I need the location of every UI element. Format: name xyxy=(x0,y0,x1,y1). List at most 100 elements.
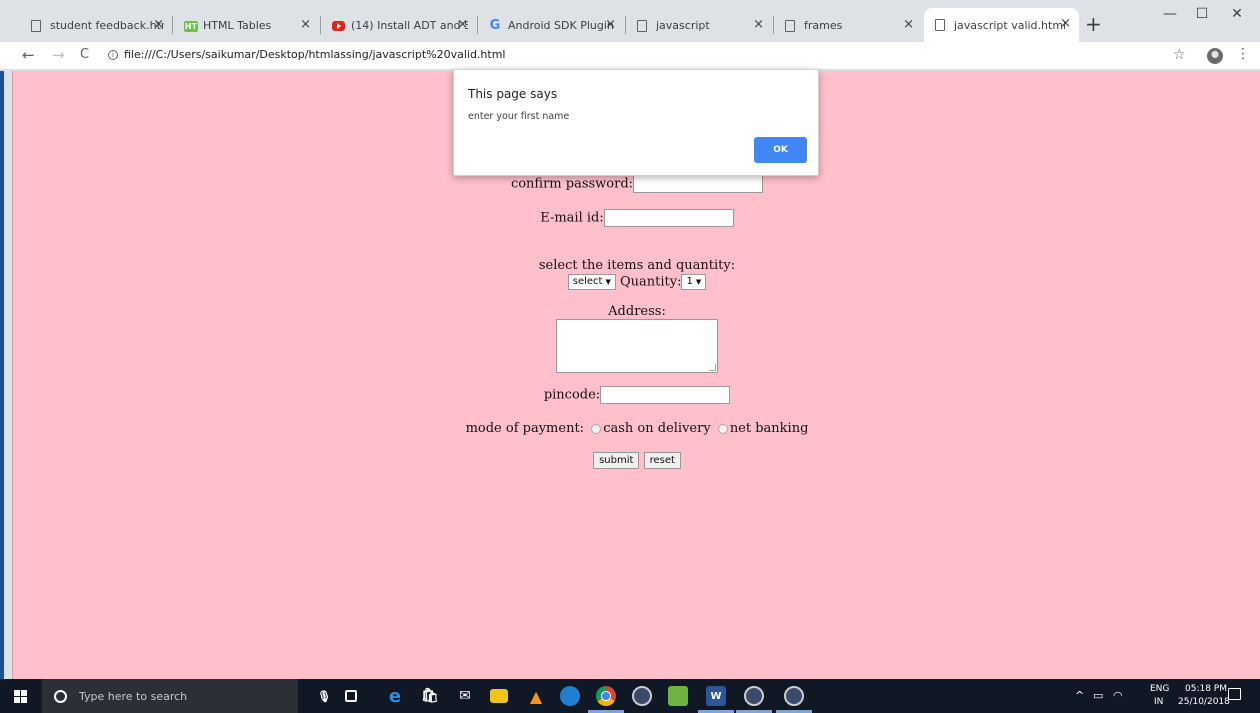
wifi-icon[interactable]: ◠ xyxy=(1113,689,1123,702)
chrome-icon[interactable] xyxy=(596,686,616,706)
page-icon xyxy=(785,20,795,32)
forward-button[interactable]: → xyxy=(52,46,65,64)
cash-on-delivery-radio[interactable] xyxy=(591,423,602,434)
page-icon xyxy=(637,20,647,32)
edge-icon[interactable]: e xyxy=(385,686,405,707)
tab-android-sdk[interactable]: G Android SDK Plugin fo × xyxy=(478,9,624,42)
quantity-select[interactable]: 1 ▼ xyxy=(681,274,707,290)
page-icon xyxy=(935,19,945,31)
address-textarea[interactable] xyxy=(556,319,718,373)
tab-install-adt[interactable]: (14) Install ADT and SD × xyxy=(321,9,476,42)
new-tab-button[interactable]: + xyxy=(1085,14,1102,34)
notepad-icon[interactable] xyxy=(668,686,688,706)
tab-student-feedback[interactable]: student feedback.html × xyxy=(20,9,172,42)
quantity-label: Quantity: xyxy=(620,274,682,290)
pincode-row: pincode: xyxy=(13,386,1260,404)
buttons-row: submit reset xyxy=(13,452,1260,469)
quantity-value: 1 xyxy=(686,276,693,287)
tab-close-icon[interactable]: × xyxy=(903,18,914,32)
email-label: E-mail id: xyxy=(540,210,604,226)
region-indicator[interactable]: IN xyxy=(1154,697,1163,707)
notification-icon[interactable] xyxy=(1228,688,1241,700)
tab-javascript-valid[interactable]: javascript valid.html × xyxy=(924,8,1079,42)
tab-close-icon[interactable]: × xyxy=(1060,17,1071,31)
address-label: Address: xyxy=(608,304,666,319)
search-placeholder: Type here to search xyxy=(79,689,188,703)
vlc-icon[interactable]: ▲ xyxy=(526,686,546,706)
chevron-down-icon: ▼ xyxy=(605,278,611,286)
tab-html-tables[interactable]: HT HTML Tables × xyxy=(173,9,319,42)
tab-label: frames xyxy=(804,19,843,32)
html-tables-icon: HT xyxy=(184,21,198,32)
language-indicator[interactable]: ENG xyxy=(1150,684,1169,694)
confirm-password-label: confirm password: xyxy=(510,176,634,192)
tab-label: HTML Tables xyxy=(203,19,272,32)
tab-close-icon[interactable]: × xyxy=(605,18,616,32)
address-bar[interactable]: i file:///C:/Users/saikumar/Desktop/html… xyxy=(108,48,506,61)
microphone-icon[interactable]: 🎙 xyxy=(314,686,334,706)
tab-close-icon[interactable]: × xyxy=(153,18,164,32)
items-select[interactable]: select ▼ xyxy=(567,274,616,290)
maximize-button[interactable]: ☐ xyxy=(1187,6,1217,22)
youtube-icon xyxy=(332,21,345,31)
reload-button[interactable]: C xyxy=(80,46,89,64)
tab-label: student feedback.html xyxy=(50,19,164,32)
alert-dialog: This page says enter your first name OK xyxy=(453,69,819,176)
tab-frames[interactable]: frames × xyxy=(774,9,922,42)
payment-row: mode of payment: cash on delivery net ba… xyxy=(13,421,1260,436)
taskbar-search[interactable]: Type here to search xyxy=(42,679,298,713)
tab-close-icon[interactable]: × xyxy=(457,18,468,32)
tab-strip: student feedback.html × HT HTML Tables ×… xyxy=(0,0,1260,42)
email-row: E-mail id: xyxy=(13,209,1260,227)
net-banking-label: net banking xyxy=(729,421,809,436)
close-window-button[interactable]: ✕ xyxy=(1222,6,1252,22)
pincode-label: pincode: xyxy=(543,387,601,403)
submit-button[interactable]: submit xyxy=(593,452,640,469)
profile-avatar[interactable] xyxy=(1207,48,1223,64)
bookmark-star-icon[interactable]: ☆ xyxy=(1173,47,1186,63)
items-select-value: select xyxy=(572,276,603,287)
confirm-password-row: confirm password: xyxy=(13,175,1260,193)
tab-label: Android SDK Plugin fo xyxy=(508,19,616,32)
clock-time[interactable]: 05:18 PM xyxy=(1185,684,1227,694)
url-text: file:///C:/Users/saikumar/Desktop/htmlas… xyxy=(124,48,506,61)
confirm-password-input[interactable] xyxy=(633,175,764,193)
chevron-down-icon: ▼ xyxy=(695,278,702,286)
reset-button[interactable]: reset xyxy=(643,452,681,469)
items-heading-row: select the items and quantity: xyxy=(13,258,1260,273)
tab-label: (14) Install ADT and SD xyxy=(351,19,468,32)
app-icon[interactable] xyxy=(744,686,764,706)
app-icon[interactable] xyxy=(632,686,652,706)
tab-close-icon[interactable]: × xyxy=(300,18,311,32)
chevron-up-icon[interactable]: ^ xyxy=(1075,689,1084,702)
google-icon: G xyxy=(489,18,501,33)
email-input[interactable] xyxy=(603,209,734,227)
battery-icon[interactable]: ▭ xyxy=(1093,689,1103,702)
net-banking-radio[interactable] xyxy=(717,423,728,434)
task-view-icon[interactable] xyxy=(345,690,357,702)
clock-date[interactable]: 25/10/2018 xyxy=(1178,697,1230,707)
windows-start-icon[interactable] xyxy=(14,690,27,703)
back-button[interactable]: ← xyxy=(22,46,35,64)
store-icon[interactable]: 🛍 xyxy=(420,686,440,706)
items-select-row: select ▼ Quantity: 1 ▼ xyxy=(13,274,1260,290)
alert-title: This page says xyxy=(468,87,558,101)
tab-close-icon[interactable]: × xyxy=(753,18,764,32)
browser-menu-icon[interactable]: ⋮ xyxy=(1236,46,1250,62)
minimize-button[interactable]: — xyxy=(1155,6,1185,22)
pincode-input[interactable] xyxy=(600,386,731,404)
items-label: select the items and quantity: xyxy=(538,258,736,273)
alert-ok-button[interactable]: OK xyxy=(754,137,807,163)
info-icon[interactable]: i xyxy=(108,49,118,60)
mail-icon[interactable]: ✉ xyxy=(455,686,475,706)
tab-label: javascript valid.html xyxy=(954,18,1067,32)
cortana-icon xyxy=(54,689,67,703)
app-icon[interactable] xyxy=(560,686,580,706)
file-explorer-icon[interactable] xyxy=(490,689,508,703)
address-row xyxy=(13,319,1260,375)
app-icon[interactable] xyxy=(784,686,804,706)
cash-on-delivery-label: cash on delivery xyxy=(603,421,711,436)
payment-label: mode of payment: xyxy=(465,421,585,436)
tab-javascript[interactable]: javascript × xyxy=(626,9,772,42)
word-icon[interactable]: W xyxy=(706,686,726,706)
